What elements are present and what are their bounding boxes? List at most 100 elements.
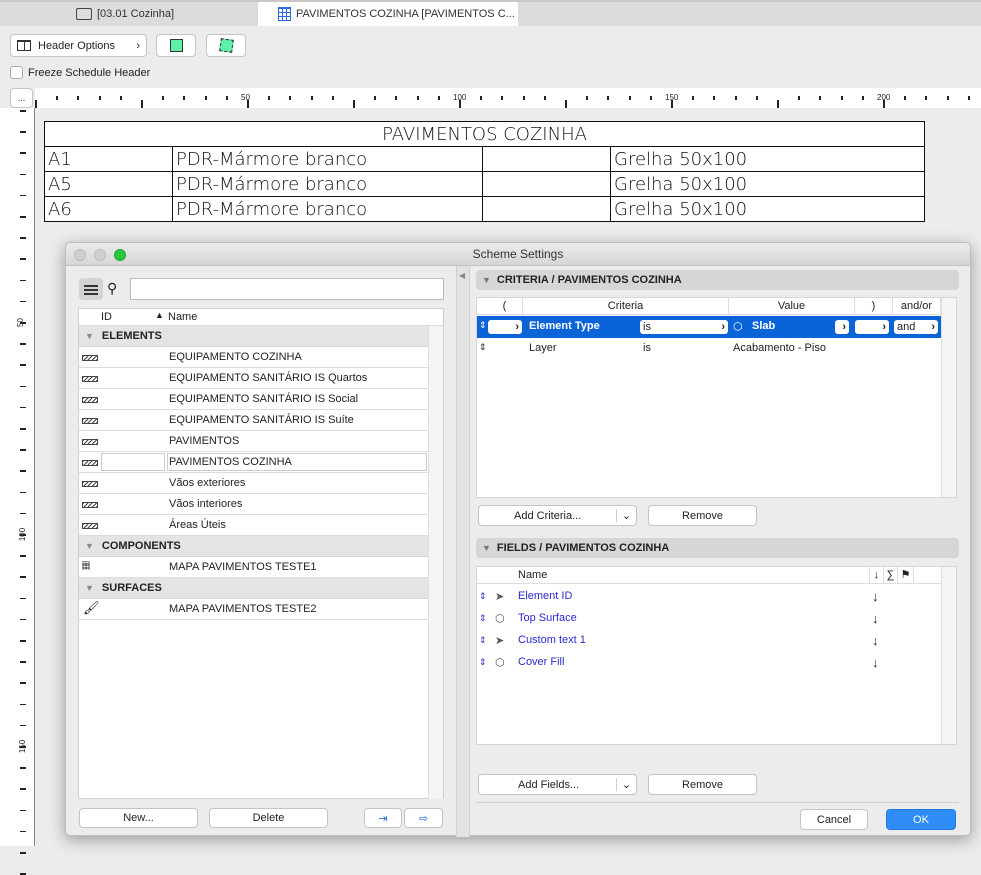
list-item[interactable]: EQUIPAMENTO SANITÁRIO IS Social <box>79 389 429 410</box>
fields-section-header[interactable]: ▼ FIELDS / PAVIMENTOS COZINHA <box>476 538 959 558</box>
criteria-row-selected[interactable]: ⇕ › Element Type is › ⬡ Slab › › and › <box>477 316 943 338</box>
scrollbar[interactable] <box>941 567 956 744</box>
select-3d-button[interactable] <box>206 34 246 57</box>
reorder-handle-icon[interactable]: ⇕ <box>479 657 487 668</box>
list-item[interactable]: 𝄜 MAPA PAVIMENTOS TESTE1 <box>79 557 429 578</box>
list-tree-icon <box>84 283 98 295</box>
operator-dropdown[interactable]: is › <box>640 320 728 334</box>
ruler-label: 50 <box>15 318 25 327</box>
list-item[interactable]: Vãos exteriores <box>79 473 429 494</box>
list-item[interactable]: 🖌 MAPA PAVIMENTOS TESTE2 <box>79 599 429 620</box>
search-input[interactable] <box>130 278 444 300</box>
close-button[interactable] <box>74 249 86 261</box>
disclosure-triangle-icon[interactable]: ▼ <box>85 583 94 593</box>
ruler-tick <box>141 100 143 108</box>
header-options-button[interactable]: Header Options › <box>10 34 147 57</box>
tree-view-toggle[interactable] <box>79 278 103 300</box>
reorder-handle-icon[interactable]: ⇕ <box>479 635 487 646</box>
ruler-tick <box>162 96 165 100</box>
open-paren-dropdown[interactable]: › <box>488 320 522 334</box>
more-button[interactable]: ... <box>10 88 33 108</box>
cursor-arrow-icon: ➤ <box>495 590 505 603</box>
field-row[interactable]: ⇕ ⬡ Cover Fill ↓ <box>477 651 943 673</box>
chevron-down-icon[interactable]: ⌄ <box>616 509 636 522</box>
paint-brush-icon: 🖌 <box>83 600 100 615</box>
ruler-tick <box>20 237 26 239</box>
group-elements[interactable]: ▼ ELEMENTS <box>79 326 429 347</box>
reorder-handle-icon[interactable]: ⇕ <box>479 342 487 353</box>
list-item[interactable]: Áreas Úteis <box>79 515 429 536</box>
list-header: ID ▲ Name <box>79 309 443 326</box>
delete-button[interactable]: Delete <box>209 808 328 828</box>
col-id[interactable]: ID <box>101 311 112 323</box>
cancel-button[interactable]: Cancel <box>800 809 868 830</box>
hatch-icon <box>82 481 98 487</box>
group-components[interactable]: ▼ COMPONENTS <box>79 536 429 557</box>
checkbox[interactable] <box>10 66 23 79</box>
sort-icon[interactable]: ↓ <box>872 589 879 604</box>
disclosure-triangle-icon[interactable]: ▼ <box>85 541 94 551</box>
col-name[interactable]: Name <box>168 311 197 323</box>
minimize-button[interactable] <box>94 249 106 261</box>
reorder-handle-icon[interactable]: ⇕ <box>479 613 487 624</box>
ruler-tick <box>225 96 228 100</box>
group-surfaces[interactable]: ▼ SURFACES <box>79 578 429 599</box>
sort-icon[interactable]: ↓ <box>872 655 879 670</box>
scrollbar[interactable] <box>428 326 443 799</box>
andor-dropdown[interactable]: and › <box>894 320 938 334</box>
remove-criteria-button[interactable]: Remove <box>648 505 757 526</box>
list-item[interactable]: PAVIMENTOS COZINHA <box>79 452 429 473</box>
tab-schedule[interactable]: PAVIMENTOS COZINHA [PAVIMENTOS C... <box>258 2 518 26</box>
table-row: A1 PDR-Mármore branco Grelha 50x100 <box>44 146 925 172</box>
ruler-tick <box>416 96 419 100</box>
add-criteria-button[interactable]: Add Criteria... ⌄ <box>478 505 637 526</box>
sort-ascending-icon: ▲ <box>155 310 164 320</box>
ruler-tick <box>20 703 26 706</box>
export-button[interactable]: ⇨ <box>404 808 443 828</box>
ruler-label: 150 <box>18 739 28 754</box>
ruler-tick <box>20 406 26 409</box>
chevron-down-icon[interactable]: ⌄ <box>616 778 636 791</box>
reorder-handle-icon[interactable]: ⇕ <box>479 320 487 331</box>
ruler-tick <box>840 96 843 100</box>
slab-icon: ⬡ <box>495 656 505 669</box>
close-paren-dropdown[interactable]: › <box>855 320 889 334</box>
field-row[interactable]: ⇕ ⬡ Top Surface ↓ <box>477 607 943 629</box>
ok-button[interactable]: OK <box>886 809 956 830</box>
divider <box>476 802 959 803</box>
new-button[interactable]: New... <box>79 808 198 828</box>
ruler-tick <box>20 724 26 727</box>
select-all-button[interactable] <box>156 34 196 57</box>
ruler-tick <box>331 96 334 100</box>
id-field[interactable] <box>101 453 165 471</box>
criteria-row[interactable]: ⇕ Layer is Acabamento - Piso <box>477 338 943 360</box>
ruler-tick <box>798 96 801 100</box>
list-item[interactable]: EQUIPAMENTO COZINHA <box>79 347 429 368</box>
panel-splitter[interactable]: ◀ <box>456 266 470 837</box>
add-fields-button[interactable]: Add Fields... ⌄ <box>478 774 637 795</box>
sort-icon[interactable]: ↓ <box>872 611 879 626</box>
scrollbar[interactable] <box>941 298 956 497</box>
remove-fields-button[interactable]: Remove <box>648 774 757 795</box>
bricks-icon: 𝄜 <box>82 559 91 573</box>
hatch-icon <box>82 523 98 529</box>
list-item[interactable]: EQUIPAMENTO SANITÁRIO IS Suíte <box>79 410 429 431</box>
value-dropdown[interactable]: › <box>835 320 849 334</box>
disclosure-triangle-icon[interactable]: ▼ <box>85 331 94 341</box>
tab-layout[interactable]: [03.01 Cozinha] <box>76 2 256 26</box>
reorder-handle-icon[interactable]: ⇕ <box>479 591 487 602</box>
list-item[interactable]: Vãos interiores <box>79 494 429 515</box>
ruler-tick <box>20 131 26 133</box>
field-row[interactable]: ⇕ ➤ Element ID ↓ <box>477 585 943 607</box>
sort-icon[interactable]: ↓ <box>872 633 879 648</box>
import-button[interactable]: ⇥ <box>364 808 402 828</box>
zoom-button[interactable] <box>114 249 126 261</box>
list-item[interactable]: EQUIPAMENTO SANITÁRIO IS Quartos <box>79 368 429 389</box>
chevron-right-icon: › <box>136 39 140 52</box>
hatch-icon <box>82 397 98 403</box>
criteria-section-header[interactable]: ▼ CRITERIA / PAVIMENTOS COZINHA <box>476 270 959 290</box>
field-row[interactable]: ⇕ ➤ Custom text 1 ↓ <box>477 629 943 651</box>
list-item[interactable]: PAVIMENTOS <box>79 431 429 452</box>
freeze-header-checkbox[interactable]: Freeze Schedule Header <box>10 66 150 79</box>
ruler-tick <box>586 96 589 100</box>
